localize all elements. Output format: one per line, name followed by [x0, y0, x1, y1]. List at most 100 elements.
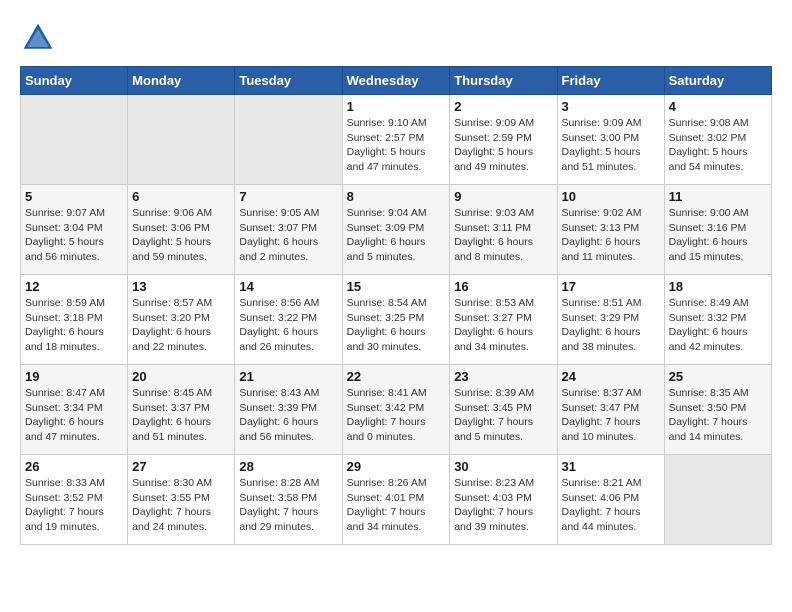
day-info: Sunrise: 8:21 AM Sunset: 4:06 PM Dayligh… — [562, 476, 660, 535]
calendar-cell — [664, 455, 771, 545]
calendar-cell: 2 Sunrise: 9:09 AM Sunset: 2:59 PM Daylig… — [450, 95, 557, 185]
day-number: 21 — [239, 369, 337, 384]
day-info: Sunrise: 8:47 AM Sunset: 3:34 PM Dayligh… — [25, 386, 123, 445]
calendar-cell: 9Sunrise: 9:03 AM Sunset: 3:11 PM Daylig… — [450, 185, 557, 275]
day-number: 17 — [562, 279, 660, 294]
calendar-cell: 26 Sunrise: 8:33 AM Sunset: 3:52 PM Dayli… — [21, 455, 128, 545]
calendar-cell: 18Sunrise: 8:49 AM Sunset: 3:32 PM Dayli… — [664, 275, 771, 365]
calendar-cell: 29 Sunrise: 8:26 AM Sunset: 4:01 PM Dayli… — [342, 455, 450, 545]
weekday-header-wednesday: Wednesday — [342, 67, 450, 95]
calendar-cell: 7 Sunrise: 9:05 AM Sunset: 3:07 PM Daylig… — [235, 185, 342, 275]
calendar-cell: 1 Sunrise: 9:10 AM Sunset: 2:57 PM Daylig… — [342, 95, 450, 185]
day-info: Sunrise: 9:05 AM Sunset: 3:07 PM Dayligh… — [239, 206, 337, 265]
calendar-cell: 16Sunrise: 8:53 AM Sunset: 3:27 PM Dayli… — [450, 275, 557, 365]
day-number: 10 — [562, 189, 660, 204]
day-info: Sunrise: 9:09 AM Sunset: 2:59 PM Dayligh… — [454, 116, 552, 175]
day-info: Sunrise: 9:02 AM Sunset: 3:13 PM Dayligh… — [562, 206, 660, 265]
day-number: 11 — [669, 189, 767, 204]
calendar-cell: 15 Sunrise: 8:54 AM Sunset: 3:25 PM Dayli… — [342, 275, 450, 365]
calendar-cell: 5 Sunrise: 9:07 AM Sunset: 3:04 PM Daylig… — [21, 185, 128, 275]
calendar-week-3: 12 Sunrise: 8:59 AM Sunset: 3:18 PM Dayli… — [21, 275, 772, 365]
day-info: Sunrise: 9:00 AM Sunset: 3:16 PM Dayligh… — [669, 206, 767, 265]
calendar-cell: 21 Sunrise: 8:43 AM Sunset: 3:39 PM Dayli… — [235, 365, 342, 455]
day-number: 5 — [25, 189, 123, 204]
calendar-cell: 3Sunrise: 9:09 AM Sunset: 3:00 PM Daylig… — [557, 95, 664, 185]
calendar-cell: 20 Sunrise: 8:45 AM Sunset: 3:37 PM Dayli… — [128, 365, 235, 455]
day-number: 29 — [347, 459, 446, 474]
day-number: 27 — [132, 459, 230, 474]
day-info: Sunrise: 9:08 AM Sunset: 3:02 PM Dayligh… — [669, 116, 767, 175]
day-info: Sunrise: 8:30 AM Sunset: 3:55 PM Dayligh… — [132, 476, 230, 535]
day-info: Sunrise: 8:49 AM Sunset: 3:32 PM Dayligh… — [669, 296, 767, 355]
day-info: Sunrise: 9:03 AM Sunset: 3:11 PM Dayligh… — [454, 206, 552, 265]
logo — [20, 20, 62, 56]
day-number: 14 — [239, 279, 337, 294]
day-number: 24 — [562, 369, 660, 384]
day-info: Sunrise: 8:45 AM Sunset: 3:37 PM Dayligh… — [132, 386, 230, 445]
day-number: 4 — [669, 99, 767, 114]
day-info: Sunrise: 9:04 AM Sunset: 3:09 PM Dayligh… — [347, 206, 446, 265]
day-number: 6 — [132, 189, 230, 204]
calendar-table: SundayMondayTuesdayWednesdayThursdayFrid… — [20, 66, 772, 545]
day-info: Sunrise: 8:28 AM Sunset: 3:58 PM Dayligh… — [239, 476, 337, 535]
weekday-header-saturday: Saturday — [664, 67, 771, 95]
day-number: 8 — [347, 189, 446, 204]
calendar-cell: 8 Sunrise: 9:04 AM Sunset: 3:09 PM Daylig… — [342, 185, 450, 275]
day-info: Sunrise: 9:07 AM Sunset: 3:04 PM Dayligh… — [25, 206, 123, 265]
day-info: Sunrise: 8:54 AM Sunset: 3:25 PM Dayligh… — [347, 296, 446, 355]
calendar-week-2: 5 Sunrise: 9:07 AM Sunset: 3:04 PM Daylig… — [21, 185, 772, 275]
calendar-cell: 10 Sunrise: 9:02 AM Sunset: 3:13 PM Dayli… — [557, 185, 664, 275]
day-number: 23 — [454, 369, 552, 384]
day-number: 2 — [454, 99, 552, 114]
day-number: 7 — [239, 189, 337, 204]
calendar-cell: 25 Sunrise: 8:35 AM Sunset: 3:50 PM Dayli… — [664, 365, 771, 455]
calendar-cell: 19Sunrise: 8:47 AM Sunset: 3:34 PM Dayli… — [21, 365, 128, 455]
calendar-cell: 31 Sunrise: 8:21 AM Sunset: 4:06 PM Dayli… — [557, 455, 664, 545]
day-info: Sunrise: 8:59 AM Sunset: 3:18 PM Dayligh… — [25, 296, 123, 355]
day-number: 13 — [132, 279, 230, 294]
calendar-header-row: SundayMondayTuesdayWednesdayThursdayFrid… — [21, 67, 772, 95]
day-number: 16 — [454, 279, 552, 294]
day-info: Sunrise: 9:06 AM Sunset: 3:06 PM Dayligh… — [132, 206, 230, 265]
calendar-cell: 27 Sunrise: 8:30 AM Sunset: 3:55 PM Dayli… — [128, 455, 235, 545]
calendar-cell: 28 Sunrise: 8:28 AM Sunset: 3:58 PM Dayli… — [235, 455, 342, 545]
calendar-cell: 24 Sunrise: 8:37 AM Sunset: 3:47 PM Dayli… — [557, 365, 664, 455]
day-info: Sunrise: 8:43 AM Sunset: 3:39 PM Dayligh… — [239, 386, 337, 445]
calendar-cell — [235, 95, 342, 185]
page-header — [20, 20, 772, 56]
calendar-cell — [21, 95, 128, 185]
day-number: 15 — [347, 279, 446, 294]
day-number: 28 — [239, 459, 337, 474]
weekday-header-thursday: Thursday — [450, 67, 557, 95]
weekday-header-sunday: Sunday — [21, 67, 128, 95]
weekday-header-monday: Monday — [128, 67, 235, 95]
calendar-cell: 30Sunrise: 8:23 AM Sunset: 4:03 PM Dayli… — [450, 455, 557, 545]
day-info: Sunrise: 8:41 AM Sunset: 3:42 PM Dayligh… — [347, 386, 446, 445]
day-info: Sunrise: 8:35 AM Sunset: 3:50 PM Dayligh… — [669, 386, 767, 445]
calendar-week-4: 19Sunrise: 8:47 AM Sunset: 3:34 PM Dayli… — [21, 365, 772, 455]
day-number: 20 — [132, 369, 230, 384]
day-info: Sunrise: 8:26 AM Sunset: 4:01 PM Dayligh… — [347, 476, 446, 535]
calendar-week-1: 1 Sunrise: 9:10 AM Sunset: 2:57 PM Daylig… — [21, 95, 772, 185]
calendar-cell: 11 Sunrise: 9:00 AM Sunset: 3:16 PM Dayli… — [664, 185, 771, 275]
calendar-cell: 22 Sunrise: 8:41 AM Sunset: 3:42 PM Dayli… — [342, 365, 450, 455]
day-info: Sunrise: 8:37 AM Sunset: 3:47 PM Dayligh… — [562, 386, 660, 445]
calendar-cell: 6 Sunrise: 9:06 AM Sunset: 3:06 PM Daylig… — [128, 185, 235, 275]
day-number: 1 — [347, 99, 446, 114]
calendar-cell: 4 Sunrise: 9:08 AM Sunset: 3:02 PM Daylig… — [664, 95, 771, 185]
day-info: Sunrise: 9:10 AM Sunset: 2:57 PM Dayligh… — [347, 116, 446, 175]
day-number: 12 — [25, 279, 123, 294]
weekday-header-tuesday: Tuesday — [235, 67, 342, 95]
day-number: 31 — [562, 459, 660, 474]
day-number: 26 — [25, 459, 123, 474]
day-info: Sunrise: 8:39 AM Sunset: 3:45 PM Dayligh… — [454, 386, 552, 445]
day-number: 25 — [669, 369, 767, 384]
calendar-cell — [128, 95, 235, 185]
day-info: Sunrise: 8:56 AM Sunset: 3:22 PM Dayligh… — [239, 296, 337, 355]
calendar-week-5: 26 Sunrise: 8:33 AM Sunset: 3:52 PM Dayli… — [21, 455, 772, 545]
day-info: Sunrise: 9:09 AM Sunset: 3:00 PM Dayligh… — [562, 116, 660, 175]
day-number: 22 — [347, 369, 446, 384]
day-info: Sunrise: 8:33 AM Sunset: 3:52 PM Dayligh… — [25, 476, 123, 535]
day-info: Sunrise: 8:23 AM Sunset: 4:03 PM Dayligh… — [454, 476, 552, 535]
calendar-cell: 23 Sunrise: 8:39 AM Sunset: 3:45 PM Dayli… — [450, 365, 557, 455]
